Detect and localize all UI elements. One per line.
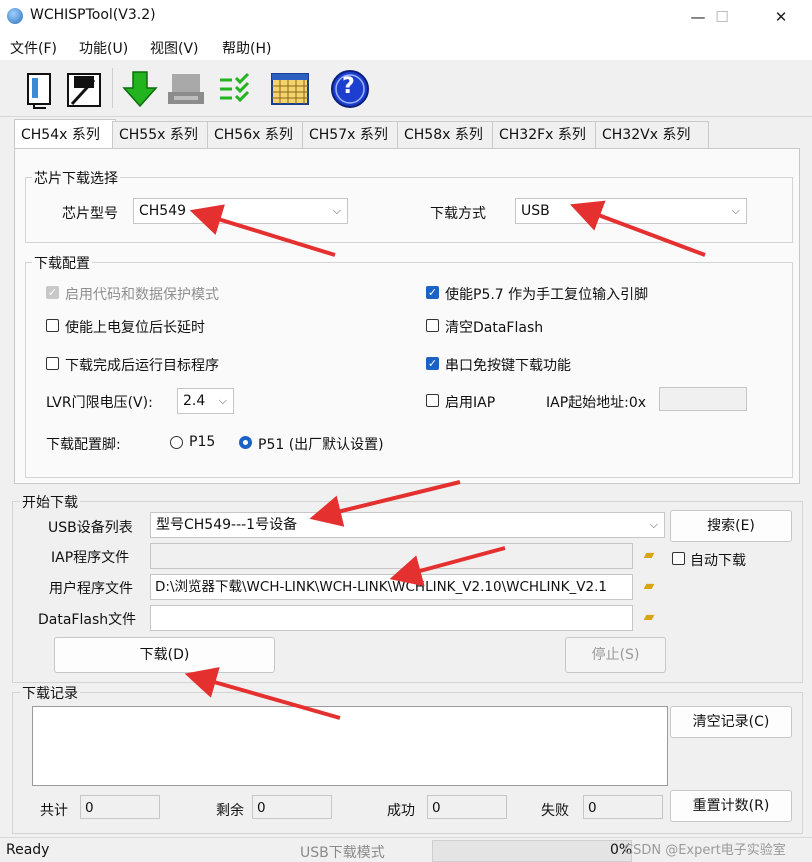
usb-device-value: 型号CH549---1号设备 — [156, 517, 298, 533]
lvr-value: 2.4 — [183, 393, 206, 409]
lvr-label: LVR门限电压(V): — [46, 395, 153, 411]
usb-list-label: USB设备列表 — [48, 520, 133, 536]
usb-device-select[interactable]: 型号CH549---1号设备 ⌵ — [150, 512, 665, 538]
pin-p51-radio[interactable] — [239, 436, 252, 449]
watermark: CSDN @Expert电子实验室 — [624, 843, 786, 858]
run-after-label: 下载完成后运行目标程序 — [65, 358, 219, 374]
tab-ch32fx[interactable]: CH32Fx 系列 — [492, 121, 602, 148]
auto-download-label: 自动下载 — [690, 553, 746, 569]
power-delay-checkbox[interactable] — [46, 319, 59, 332]
tab-ch55x[interactable]: CH55x 系列 — [112, 121, 214, 148]
menu-file[interactable]: 文件(F) — [10, 38, 57, 58]
chip-model-select[interactable]: CH549 ⌵ — [133, 198, 348, 224]
help-glyph: ? — [342, 74, 355, 99]
maximize-button[interactable]: ☐ — [699, 0, 745, 34]
config-legend: 下载配置 — [32, 253, 92, 273]
enable-iap-checkbox[interactable] — [426, 394, 439, 407]
iap-file-label: IAP程序文件 — [51, 550, 130, 566]
chip-select-legend: 芯片下载选择 — [32, 168, 120, 188]
protect-label: 启用代码和数据保护模式 — [65, 287, 219, 303]
run-after-checkbox[interactable] — [46, 357, 59, 370]
search-button[interactable]: 搜索(E) — [670, 510, 792, 542]
download-button[interactable]: 下载(D) — [54, 637, 275, 673]
series-tabs: CH54x 系列 CH55x 系列 CH56x 系列 CH57x 系列 CH58… — [14, 119, 798, 149]
clear-dataflash-checkbox[interactable] — [426, 319, 439, 332]
clear-log-button[interactable]: 清空记录(C) — [670, 706, 792, 738]
tab-ch56x[interactable]: CH56x 系列 — [207, 121, 309, 148]
download-mode-label: 下载方式 — [430, 206, 486, 222]
save-file-icon[interactable] — [64, 68, 104, 110]
calendar-grid-icon[interactable] — [270, 68, 310, 110]
folder-open-icon[interactable]: ▰ — [639, 546, 659, 564]
download-pin-label: 下载配置脚: — [46, 437, 121, 453]
p57-reset-label: 使能P5.7 作为手工复位输入引脚 — [445, 287, 649, 303]
tab-ch54x[interactable]: CH54x 系列 — [14, 119, 116, 149]
log-legend: 下载记录 — [20, 683, 80, 703]
status-mode: USB下载模式 — [300, 845, 385, 861]
iap-addr-input[interactable] — [659, 387, 747, 411]
chip-model-value: CH549 — [139, 203, 187, 219]
menu-help[interactable]: 帮助(H) — [222, 38, 271, 58]
download-mode-value: USB — [521, 203, 550, 219]
check-list-icon[interactable] — [216, 68, 256, 110]
folder-open-icon[interactable]: ▰ — [639, 608, 659, 626]
pin-p15-radio[interactable] — [170, 436, 183, 449]
toolbar-separator — [112, 68, 113, 108]
total-value: 0 — [80, 795, 160, 819]
user-file-label: 用户程序文件 — [49, 581, 133, 597]
remain-label: 剩余 — [216, 803, 244, 819]
auto-download-checkbox[interactable] — [672, 552, 685, 565]
pin-p51-label: P51 (出厂默认设置) — [258, 437, 384, 453]
lvr-select[interactable]: 2.4 ⌵ — [177, 388, 234, 414]
iap-file-input[interactable] — [150, 543, 633, 569]
title-bar: WCHISPTool(V3.2) — ☐ ✕ — [0, 0, 812, 34]
close-button[interactable]: ✕ — [758, 0, 804, 34]
progress-bar — [432, 840, 632, 862]
reset-count-button[interactable]: 重置计数(R) — [670, 790, 792, 822]
clear-dataflash-label: 清空DataFlash — [445, 320, 544, 336]
device-icon — [166, 68, 206, 110]
help-icon[interactable]: ? — [330, 68, 370, 110]
status-state: Ready — [6, 842, 50, 858]
window-title: WCHISPTool(V3.2) — [30, 7, 156, 23]
download-mode-select[interactable]: USB ⌵ — [515, 198, 747, 224]
power-delay-label: 使能上电复位后长延时 — [65, 320, 205, 336]
status-bar: Ready USB下载模式 0% CSDN @Expert电子实验室 — [0, 837, 812, 862]
folder-open-icon[interactable]: ▰ — [639, 577, 659, 595]
success-value: 0 — [427, 795, 507, 819]
menu-bar: 文件(F) 功能(U) 视图(V) 帮助(H) — [0, 34, 812, 60]
chevron-down-icon: ⌵ — [332, 204, 341, 217]
chevron-down-icon: ⌵ — [649, 518, 658, 531]
download-icon[interactable] — [120, 68, 160, 110]
remain-value: 0 — [252, 795, 332, 819]
tab-ch32vx[interactable]: CH32Vx 系列 — [595, 121, 709, 148]
pin-p15-label: P15 — [189, 434, 216, 450]
stop-button[interactable]: 停止(S) — [565, 637, 666, 673]
start-legend: 开始下载 — [20, 492, 80, 512]
total-label: 共计 — [40, 803, 68, 819]
app-logo-icon — [7, 8, 23, 24]
dataflash-file-label: DataFlash文件 — [38, 612, 137, 628]
menu-view[interactable]: 视图(V) — [150, 38, 199, 58]
chevron-down-icon: ⌵ — [218, 394, 227, 407]
user-file-input[interactable]: D:\浏览器下载\WCH-LINK\WCH-LINK\WCHLINK_V2.10… — [150, 574, 633, 600]
protect-checkbox: ✓ — [46, 286, 59, 299]
serial-free-label: 串口免按键下载功能 — [445, 358, 571, 374]
chevron-down-icon: ⌵ — [731, 204, 740, 217]
toolbar: ? — [0, 60, 812, 117]
success-label: 成功 — [387, 803, 415, 819]
iap-addr-label: IAP起始地址:0x — [546, 395, 647, 411]
tab-ch58x[interactable]: CH58x 系列 — [397, 121, 499, 148]
chip-model-label: 芯片型号 — [62, 206, 118, 222]
p57-reset-checkbox[interactable]: ✓ — [426, 286, 439, 299]
log-textarea[interactable] — [32, 706, 668, 786]
open-file-icon[interactable] — [20, 68, 60, 110]
tab-ch57x[interactable]: CH57x 系列 — [302, 121, 404, 148]
menu-function[interactable]: 功能(U) — [79, 38, 128, 58]
fail-value: 0 — [583, 795, 663, 819]
serial-free-checkbox[interactable]: ✓ — [426, 357, 439, 370]
dataflash-file-input[interactable] — [150, 605, 633, 631]
fail-label: 失败 — [541, 803, 569, 819]
enable-iap-label: 启用IAP — [445, 395, 496, 411]
